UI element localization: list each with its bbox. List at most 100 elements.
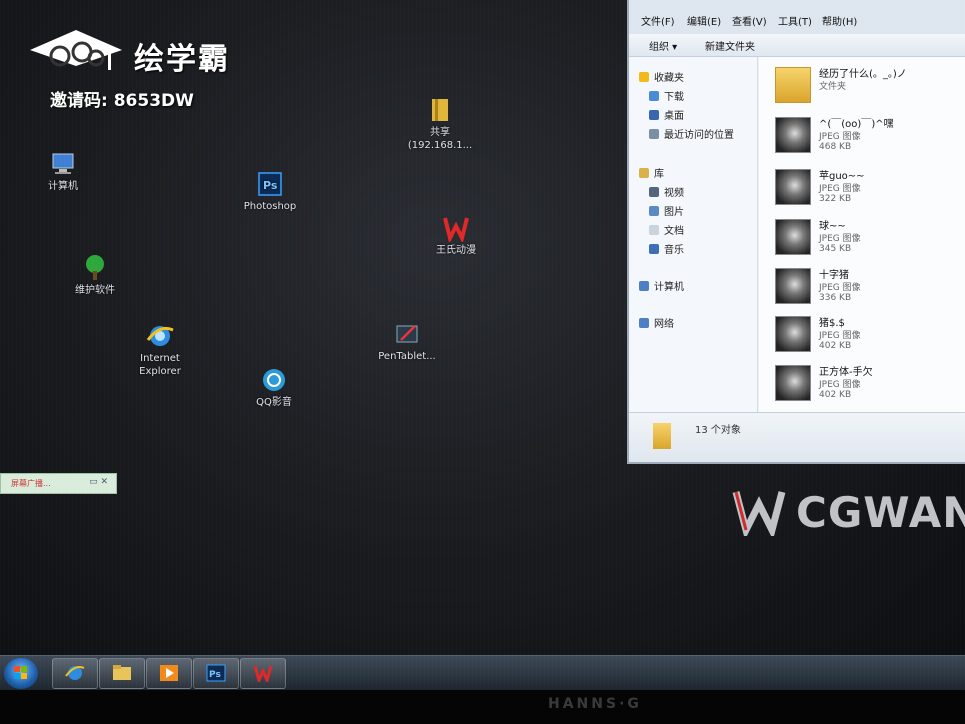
taskbar-explorer-button[interactable]: [99, 658, 145, 689]
desktop-icon-computer[interactable]: 计算机: [8, 150, 118, 193]
pentablet-icon: [396, 325, 418, 343]
w-logo-icon: [253, 665, 273, 682]
image-thumbnail-icon: [775, 169, 811, 205]
navigation-pane: 收藏夹 下载 桌面 最近访问的位置 库 视频 图片 文档 音乐 计算机 网络: [629, 57, 758, 412]
library-icon: [639, 168, 649, 178]
file-item[interactable]: 正方体-手欠 JPEG 图像 402 KB: [775, 361, 965, 405]
desktop-icon-qq-player[interactable]: QQ影音: [219, 366, 329, 409]
screen-broadcast-bar[interactable]: 屏幕广播... ▭ ✕: [0, 473, 117, 494]
nav-network[interactable]: 网络: [639, 315, 674, 330]
menu-help[interactable]: 帮助(H): [822, 13, 857, 28]
file-name: 球~~: [819, 221, 846, 232]
file-type: JPEG 图像: [819, 283, 861, 293]
svg-text:Ps: Ps: [263, 179, 278, 192]
nav-libraries[interactable]: 库: [639, 165, 664, 180]
photoshop-icon: Ps: [206, 664, 226, 682]
file-name: 正方体-手欠: [819, 367, 873, 378]
desktop-icon-label: 维护软件: [75, 285, 115, 296]
desktop-icon-maintenance[interactable]: 维护软件: [40, 254, 150, 297]
shared-folder-icon: [432, 99, 448, 121]
file-item[interactable]: 猪$.$ JPEG 图像 402 KB: [775, 312, 965, 356]
item-count: 13 个对象: [695, 425, 741, 436]
nav-recent[interactable]: 最近访问的位置: [649, 126, 734, 141]
menu-tools[interactable]: 工具(T): [778, 13, 812, 28]
nav-documents[interactable]: 文档: [649, 222, 684, 237]
nav-computer[interactable]: 计算机: [639, 278, 684, 293]
desktop-icon-photoshop[interactable]: Ps Photoshop: [215, 170, 325, 213]
file-type: JPEG 图像: [819, 132, 861, 142]
file-name: 苹guo~~: [819, 171, 865, 182]
download-folder-icon: [649, 91, 659, 101]
monitor-bezel: HANNS·G: [0, 690, 965, 724]
file-name: ^(￣(oo)￣)^嘿: [819, 119, 894, 130]
desktop-icon-label: Photoshop: [243, 201, 297, 212]
watermark-name: 绘学霸: [134, 42, 230, 77]
folder-icon: [653, 423, 671, 449]
cgwan-wallpaper-logo: CGWAN: [732, 484, 965, 544]
desktop-icon-pentablet[interactable]: PenTablet...: [352, 320, 462, 363]
folder-icon: [775, 67, 811, 103]
menu-file[interactable]: 文件(F): [641, 13, 675, 28]
nav-videos[interactable]: 视频: [649, 184, 684, 199]
computer-icon: [639, 281, 649, 291]
computer-icon: [52, 153, 74, 174]
cgwan-w-logo-icon: [732, 491, 786, 536]
file-size: 402 KB: [819, 341, 852, 351]
start-button[interactable]: [4, 658, 38, 689]
nav-music[interactable]: 音乐: [649, 241, 684, 256]
desktop-icon-label: 王氏动漫: [436, 245, 476, 256]
desktop-icon-label: QQ影音: [256, 397, 292, 408]
file-type: JPEG 图像: [819, 380, 861, 390]
nav-downloads[interactable]: 下载: [649, 88, 684, 103]
file-item[interactable]: ^(￣(oo)￣)^嘿 JPEG 图像 468 KB: [775, 113, 965, 157]
image-thumbnail-icon: [775, 268, 811, 304]
file-size: 468 KB: [819, 142, 852, 152]
file-item[interactable]: 苹guo~~ JPEG 图像 322 KB: [775, 165, 965, 209]
file-item[interactable]: 球~~ JPEG 图像 345 KB: [775, 215, 965, 259]
desktop-icon-shared[interactable]: 共享 (192.168.1...: [385, 96, 495, 152]
ie-icon: [65, 666, 85, 680]
video-icon: [649, 187, 659, 197]
file-size: 345 KB: [819, 244, 852, 254]
desktop-icon-label: Internet Explorer: [139, 353, 181, 377]
menu-view[interactable]: 查看(V): [732, 13, 767, 28]
new-folder-button[interactable]: 新建文件夹: [705, 38, 755, 53]
nav-pictures[interactable]: 图片: [649, 203, 684, 218]
broadcast-window-buttons[interactable]: ▭ ✕: [89, 477, 108, 487]
organize-button[interactable]: 组织 ▾: [649, 38, 677, 53]
file-size: 402 KB: [819, 390, 852, 400]
windows-logo-icon: [14, 666, 27, 679]
desktop-screen: 绘学霸 邀请码: 8653DW 计算机 维护软件 Internet Explor…: [0, 0, 965, 690]
file-type: JPEG 图像: [819, 184, 861, 194]
file-item[interactable]: 十字猪 JPEG 图像 336 KB: [775, 264, 965, 308]
file-type: JPEG 图像: [819, 331, 861, 341]
menu-edit[interactable]: 编辑(E): [687, 13, 721, 28]
file-size: 322 KB: [819, 194, 852, 204]
file-list: 经历了什么(。_。)ノ 文件夹 ^(￣(oo)￣)^嘿 JPEG 图像 468 …: [759, 57, 965, 412]
nav-desktop[interactable]: 桌面: [649, 107, 684, 122]
status-bar: 13 个对象: [629, 412, 965, 462]
file-name: 经历了什么(。_。)ノ: [819, 69, 907, 80]
taskbar-ie-button[interactable]: [52, 658, 98, 689]
desktop-icon-label: PenTablet...: [378, 351, 436, 362]
file-item[interactable]: 经历了什么(。_。)ノ 文件夹: [775, 63, 965, 107]
desktop-icon-label: 共享 (192.168.1...: [407, 127, 473, 151]
star-icon: [639, 72, 649, 82]
monitor-brand: HANNS·G: [548, 696, 642, 712]
taskbar-photoshop-button[interactable]: Ps: [193, 658, 239, 689]
file-type: 文件夹: [819, 82, 847, 92]
picture-icon: [649, 206, 659, 216]
image-thumbnail-icon: [775, 117, 811, 153]
image-thumbnail-icon: [775, 365, 811, 401]
taskbar-w-app-button[interactable]: [240, 658, 286, 689]
desktop-icon: [649, 110, 659, 120]
nav-favorites[interactable]: 收藏夹: [639, 69, 684, 84]
file-name: 猪$.$: [819, 318, 845, 329]
desktop-icon-label: 计算机: [48, 181, 78, 192]
taskbar-media-player-button[interactable]: [146, 658, 192, 689]
image-thumbnail-icon: [775, 316, 811, 352]
watermark: 绘学霸 邀请码: 8653DW: [30, 26, 270, 116]
desktop-icon-wang-animation[interactable]: 王氏动漫: [401, 214, 511, 257]
document-icon: [649, 225, 659, 235]
desktop-icon-internet-explorer[interactable]: Internet Explorer: [105, 322, 215, 378]
